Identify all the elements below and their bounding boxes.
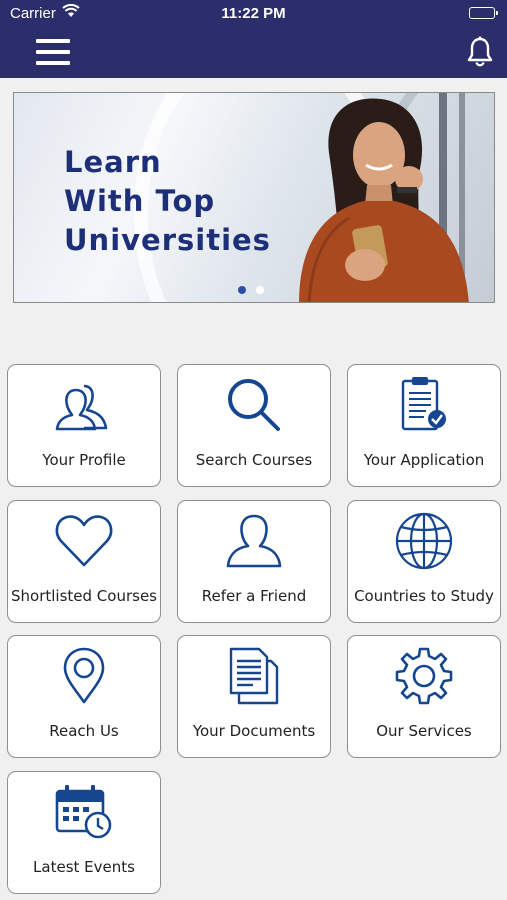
tile-shortlisted-courses[interactable]: Shortlisted Courses <box>7 500 161 623</box>
battery-icon <box>469 7 498 19</box>
tile-countries-to-study[interactable]: Countries to Study <box>347 500 501 623</box>
banner-line-3: Universities <box>64 223 271 257</box>
tile-label: Reach Us <box>49 722 119 740</box>
promo-banner-carousel[interactable]: Learn With Top Universities <box>13 92 495 303</box>
hamburger-menu-icon[interactable] <box>36 39 70 65</box>
tile-latest-events[interactable]: Latest Events <box>7 771 161 894</box>
tile-label: Your Profile <box>42 451 126 469</box>
status-time: 11:22 PM <box>221 5 286 22</box>
status-bar: Carrier 11:22 PM <box>0 0 507 26</box>
notification-bell-icon[interactable] <box>465 36 495 68</box>
gear-icon <box>394 646 454 706</box>
calendar-clock-icon <box>54 782 114 842</box>
tile-search-courses[interactable]: Search Courses <box>177 364 331 487</box>
banner-line-2: With Top <box>64 184 216 218</box>
student-photo <box>299 93 469 302</box>
clipboard-check-icon <box>394 375 454 435</box>
tile-label: Search Courses <box>195 451 313 469</box>
tile-label: Your Documents <box>192 722 316 740</box>
tile-label: Shortlisted Courses <box>11 587 157 605</box>
tile-refer-a-friend[interactable]: Refer a Friend <box>177 500 331 623</box>
tile-label: Latest Events <box>33 858 135 876</box>
tile-your-profile[interactable]: Your Profile <box>7 364 161 487</box>
heart-icon <box>54 511 114 571</box>
banner-headline: Learn With Top Universities <box>64 143 271 260</box>
banner-line-1: Learn <box>64 145 162 179</box>
documents-icon <box>224 646 284 706</box>
tile-your-documents[interactable]: Your Documents <box>177 635 331 758</box>
tile-label: Your Application <box>363 451 485 469</box>
globe-icon <box>394 511 454 571</box>
location-pin-icon <box>54 646 114 706</box>
search-icon <box>224 375 284 435</box>
carousel-dot-1[interactable] <box>238 286 246 294</box>
tile-reach-us[interactable]: Reach Us <box>7 635 161 758</box>
tile-label: Countries to Study <box>354 587 494 605</box>
carousel-indicator[interactable] <box>238 281 274 299</box>
tile-your-application[interactable]: Your Application <box>347 364 501 487</box>
tile-label: Our Services <box>376 722 472 740</box>
tile-label: Refer a Friend <box>201 587 307 605</box>
top-nav-bar <box>0 26 507 78</box>
carousel-dot-2[interactable] <box>256 286 264 294</box>
users-icon <box>54 375 114 435</box>
user-icon <box>224 511 284 571</box>
tile-our-services[interactable]: Our Services <box>347 635 501 758</box>
